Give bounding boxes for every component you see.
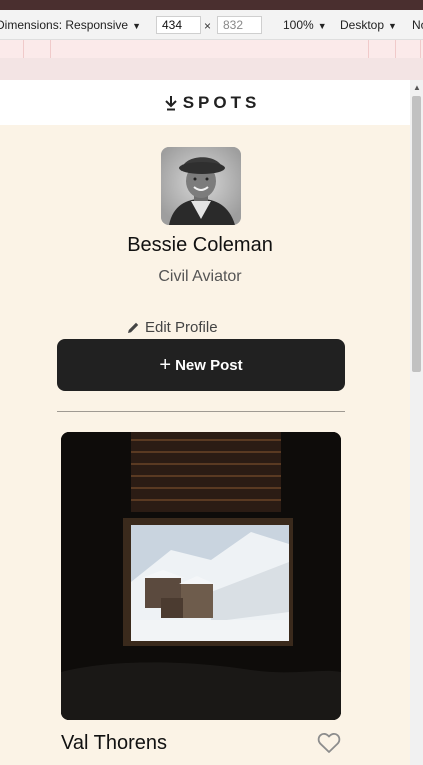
profile-role: Civil Aviator	[158, 268, 242, 285]
times-symbol: ×	[204, 19, 212, 33]
heart-icon[interactable]	[317, 732, 341, 754]
caret-down-icon: ▼	[388, 21, 397, 31]
caret-down-icon: ▼	[317, 21, 327, 31]
edit-profile-label: Edit Profile	[145, 319, 218, 336]
browser-top-strip	[0, 0, 423, 10]
zoom-dropdown[interactable]: 100% ▼	[283, 18, 327, 32]
scrollbar-thumb[interactable]	[412, 96, 421, 372]
scroll-up-arrow-icon[interactable]: ▲	[413, 83, 421, 92]
site-header: SPOTS	[0, 80, 410, 125]
new-post-button[interactable]: + New Post	[57, 339, 345, 391]
new-post-label: New Post	[175, 356, 243, 374]
logo-icon	[164, 95, 177, 110]
dimensions-label: Dimensions: Responsive	[0, 18, 129, 32]
divider	[57, 411, 345, 412]
plus-icon: +	[159, 353, 172, 376]
height-input[interactable]: 832	[217, 16, 262, 34]
profile-name: Bessie Coleman	[127, 234, 273, 256]
scrollbar[interactable]: ▲	[410, 80, 423, 765]
devtools-toolbar: Dimensions: Responsive ▼ 434 × 832 100% ▼ …	[0, 10, 423, 40]
device-dropdown[interactable]: Desktop ▼	[340, 18, 397, 32]
device-label: Desktop	[340, 18, 385, 32]
page-viewport: SPOTS Bessie Coleman Civil Aviator Edit …	[0, 80, 410, 765]
overflow-label[interactable]: No	[412, 18, 423, 32]
logo-text: SPOTS	[182, 92, 261, 112]
card-title: Val Thorens	[61, 732, 167, 754]
device-ruler	[0, 58, 423, 80]
media-query-bar[interactable]	[0, 40, 423, 59]
caret-down-icon: ▼	[132, 21, 141, 31]
card-image[interactable]	[61, 432, 341, 720]
pencil-icon	[128, 322, 139, 333]
dimensions-dropdown[interactable]: Dimensions: Responsive ▼	[0, 18, 141, 32]
zoom-label: 100%	[283, 18, 314, 32]
avatar	[161, 147, 241, 225]
logo[interactable]: SPOTS	[164, 93, 261, 113]
width-input[interactable]: 434	[156, 16, 201, 34]
edit-profile-button[interactable]: Edit Profile	[126, 319, 218, 336]
